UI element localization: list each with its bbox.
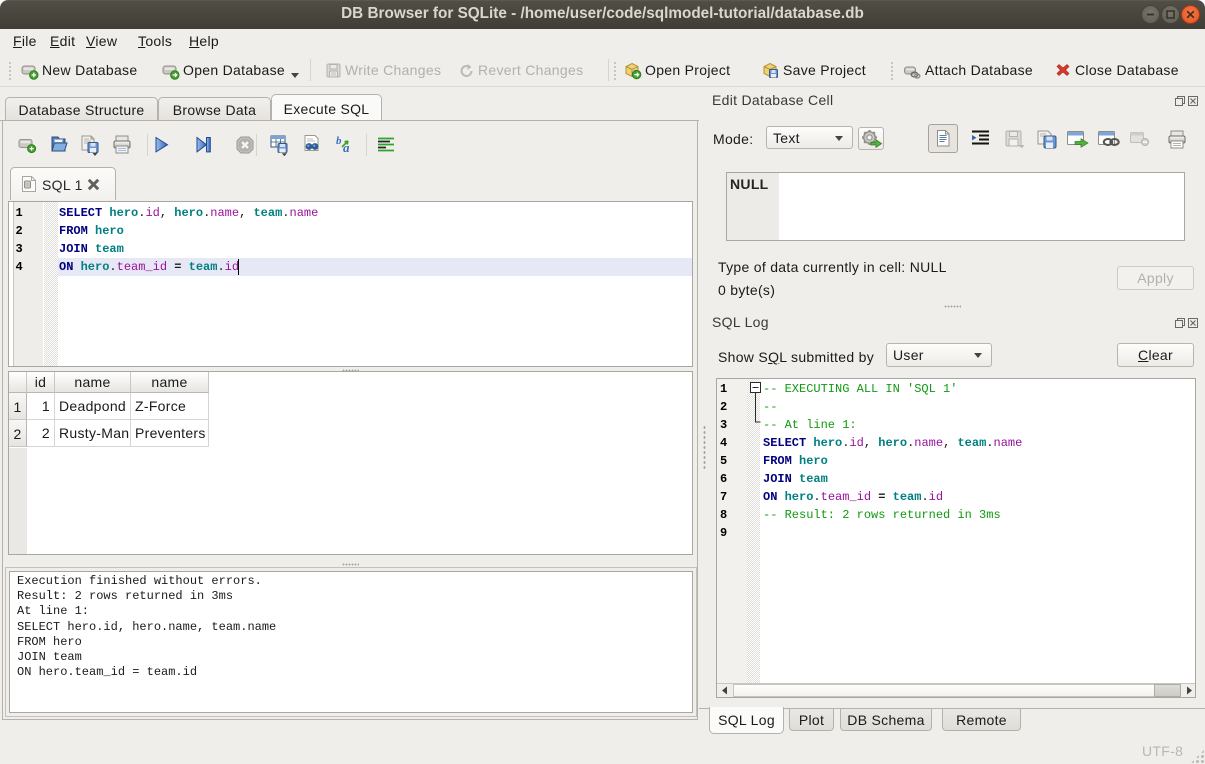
svg-text:b: b [336, 135, 342, 147]
